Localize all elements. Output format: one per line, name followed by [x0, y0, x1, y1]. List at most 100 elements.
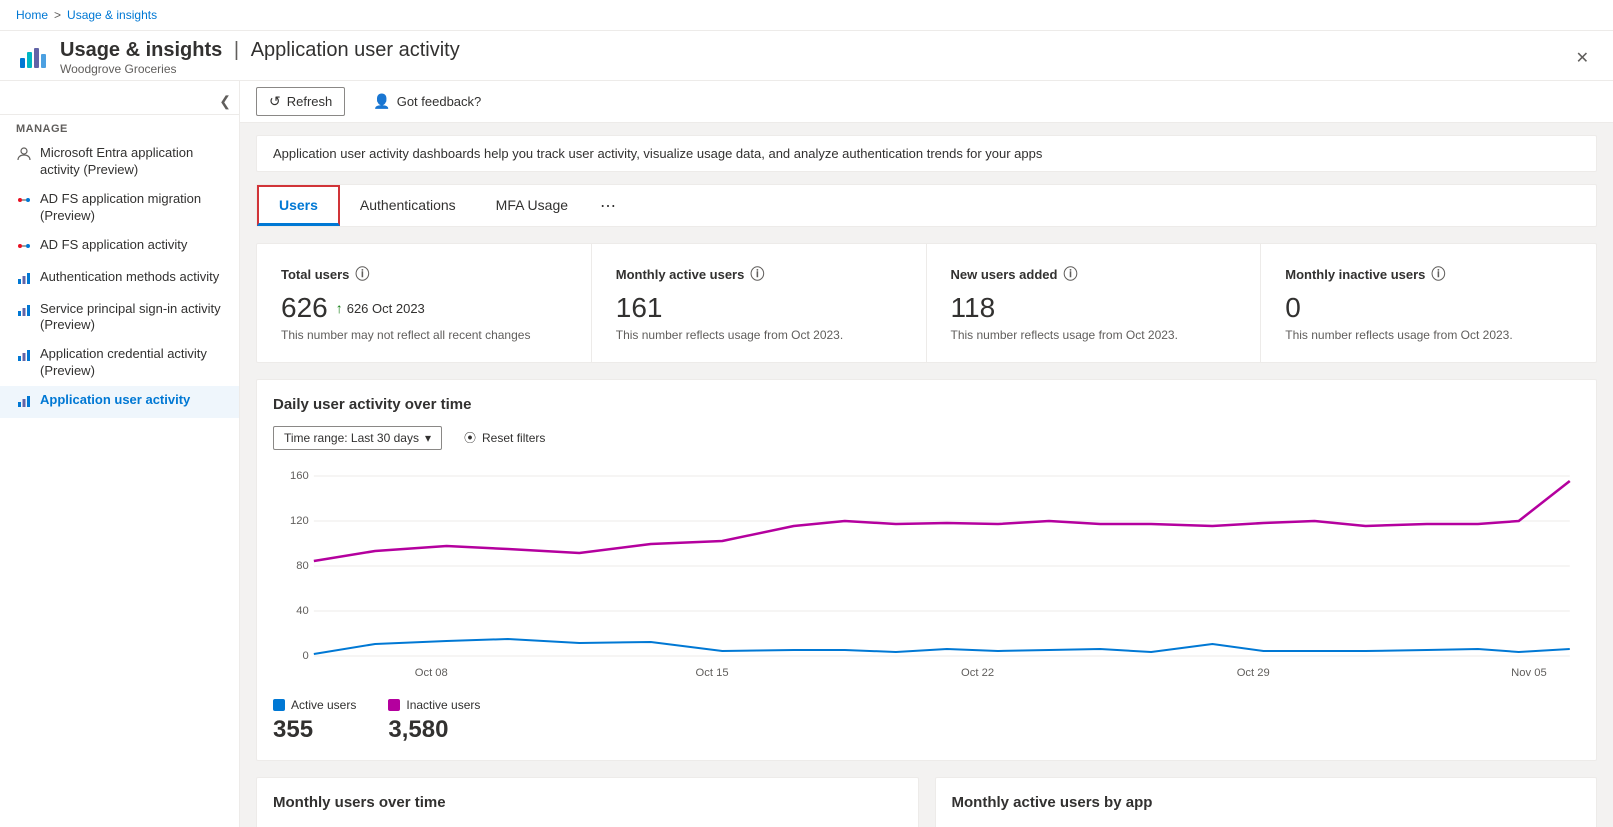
svg-text:0: 0 [302, 650, 308, 662]
svg-text:Oct 22: Oct 22 [961, 667, 994, 679]
sidebar-item-adfs-migration[interactable]: AD FS application migration (Preview) [0, 185, 239, 231]
new-users-note: This number reflects usage from Oct 2023… [951, 328, 1237, 342]
chart-section: Daily user activity over time Time range… [256, 379, 1597, 761]
sidebar-item-adfs-activity-label: AD FS application activity [40, 237, 223, 254]
sidebar-item-credential-activity-label: Application credential activity (Preview… [40, 346, 223, 380]
sidebar-item-microsoft-entra[interactable]: Microsoft Entra application activity (Pr… [0, 139, 239, 185]
adfs-icon [16, 238, 32, 254]
activity-chart: 160 120 80 40 0 Oct 08 Oct 15 Oct 22 [273, 466, 1580, 686]
tab-users[interactable]: Users [257, 185, 340, 226]
legend-active-users: Active users 355 [273, 698, 356, 744]
breadcrumb-home[interactable]: Home [16, 8, 48, 22]
manage-label: Manage [0, 115, 239, 139]
active-users-legend-value: 355 [273, 716, 356, 744]
sidebar-item-adfs-migration-label: AD FS application migration (Preview) [40, 191, 223, 225]
sidebar-item-service-principal[interactable]: Service principal sign-in activity (Prev… [0, 295, 239, 341]
svg-text:Oct 15: Oct 15 [696, 667, 729, 679]
sidebar-item-credential-activity[interactable]: Application credential activity (Preview… [0, 340, 239, 386]
total-users-info-icon[interactable]: ⓘ [355, 264, 369, 284]
refresh-icon: ↺ [269, 93, 281, 110]
stat-new-users: New users added ⓘ 118 This number reflec… [927, 244, 1262, 362]
sidebar-item-service-principal-label: Service principal sign-in activity (Prev… [40, 301, 223, 335]
feedback-button[interactable]: 👤 Got feedback? [361, 88, 493, 115]
chart-legend: Active users 355 Inactive users 3,580 [273, 698, 1580, 744]
monthly-active-info-icon[interactable]: ⓘ [750, 264, 764, 284]
svg-text:Nov 05: Nov 05 [1511, 667, 1547, 679]
chart-title: Daily user activity over time [273, 396, 1580, 413]
time-range-button[interactable]: Time range: Last 30 days ▾ [273, 426, 442, 450]
monthly-active-value: 161 [616, 292, 663, 324]
tabs-bar: Users Authentications MFA Usage ⋯ [256, 184, 1597, 227]
toolbar: ↺ Refresh 👤 Got feedback? [240, 81, 1613, 123]
monthly-inactive-value: 0 [1285, 292, 1301, 324]
monthly-active-by-app-card: Monthly active users by app [935, 777, 1598, 827]
credential-icon [16, 347, 32, 363]
tenant-name: Woodgrove Groceries [60, 62, 460, 76]
filter-icon: ⦿ [464, 429, 476, 446]
svg-text:80: 80 [296, 560, 308, 572]
feedback-label: Got feedback? [397, 94, 482, 109]
sidebar-item-microsoft-entra-label: Microsoft Entra application activity (Pr… [40, 145, 223, 179]
up-arrow-icon: ↑ [336, 300, 343, 316]
usage-insights-icon [18, 44, 46, 72]
sidebar-item-app-user-activity-label: Application user activity [40, 392, 223, 409]
sidebar-item-app-user-activity[interactable]: Application user activity [0, 386, 239, 418]
description-text: Application user activity dashboards hel… [273, 146, 1042, 161]
new-users-value: 118 [951, 292, 996, 324]
close-button[interactable]: ✕ [1568, 44, 1597, 72]
page-header: Usage & insights | Application user acti… [0, 31, 1613, 81]
migrate-icon [16, 192, 32, 208]
stat-total-users: Total users ⓘ 626 ↑ 626 Oct 2023 This nu… [257, 244, 592, 362]
active-users-legend-dot [273, 699, 285, 711]
refresh-button[interactable]: ↺ Refresh [256, 87, 345, 116]
feedback-icon: 👤 [373, 93, 390, 110]
svg-text:Oct 08: Oct 08 [415, 667, 448, 679]
svg-text:40: 40 [296, 605, 308, 617]
breadcrumb: Home > Usage & insights [0, 0, 1613, 31]
bottom-charts: Monthly users over time Monthly active u… [256, 777, 1597, 827]
reset-filters-label: Reset filters [482, 431, 545, 445]
monthly-users-over-time-card: Monthly users over time [256, 777, 919, 827]
tab-mfa-usage[interactable]: MFA Usage [476, 187, 588, 225]
inactive-users-legend-value: 3,580 [388, 716, 480, 744]
monthly-active-by-app-title: Monthly active users by app [952, 794, 1581, 811]
svg-text:Oct 29: Oct 29 [1237, 667, 1270, 679]
content-scroll: Application user activity dashboards hel… [240, 123, 1613, 827]
tab-authentications[interactable]: Authentications [340, 187, 476, 225]
monthly-users-title: Monthly users over time [273, 794, 902, 811]
stat-monthly-active: Monthly active users ⓘ 161 This number r… [592, 244, 927, 362]
active-users-legend-label: Active users [291, 698, 356, 712]
svg-text:120: 120 [290, 515, 309, 527]
monthly-active-note: This number reflects usage from Oct 2023… [616, 328, 902, 342]
sidebar-item-adfs-activity[interactable]: AD FS application activity [0, 231, 239, 263]
sidebar-item-auth-methods-label: Authentication methods activity [40, 269, 223, 286]
legend-inactive-users: Inactive users 3,580 [388, 698, 480, 744]
page-title: Usage & insights | Application user acti… [60, 39, 460, 62]
content-area: ↺ Refresh 👤 Got feedback? Application us… [240, 81, 1613, 827]
stats-row: Total users ⓘ 626 ↑ 626 Oct 2023 This nu… [256, 243, 1597, 363]
new-users-info-icon[interactable]: ⓘ [1063, 264, 1077, 284]
sidebar-collapse-button[interactable]: ❮ [0, 89, 239, 115]
tab-more-button[interactable]: ⋯ [588, 186, 628, 226]
sidebar: ❮ Manage Microsoft Entra application act… [0, 81, 240, 827]
description-bar: Application user activity dashboards hel… [256, 135, 1597, 172]
service-icon [16, 302, 32, 318]
total-users-change: ↑ 626 Oct 2023 [336, 300, 425, 316]
app-user-icon [16, 393, 32, 409]
chart-container: 160 120 80 40 0 Oct 08 Oct 15 Oct 22 [273, 466, 1580, 686]
time-range-label: Time range: Last 30 days [284, 431, 419, 445]
inactive-users-legend-dot [388, 699, 400, 711]
inactive-users-legend-label: Inactive users [406, 698, 480, 712]
monthly-inactive-info-icon[interactable]: ⓘ [1431, 264, 1445, 284]
monthly-inactive-note: This number reflects usage from Oct 2023… [1285, 328, 1572, 342]
total-users-value: 626 [281, 292, 328, 324]
chevron-down-icon: ▾ [425, 431, 431, 445]
user-icon [16, 146, 32, 162]
reset-filters-button[interactable]: ⦿ Reset filters [454, 425, 555, 450]
refresh-label: Refresh [287, 94, 333, 109]
breadcrumb-separator: > [54, 8, 61, 22]
breadcrumb-current: Usage & insights [67, 8, 157, 22]
svg-text:160: 160 [290, 470, 309, 482]
sidebar-item-auth-methods[interactable]: Authentication methods activity [0, 263, 239, 295]
stat-monthly-inactive: Monthly inactive users ⓘ 0 This number r… [1261, 244, 1596, 362]
